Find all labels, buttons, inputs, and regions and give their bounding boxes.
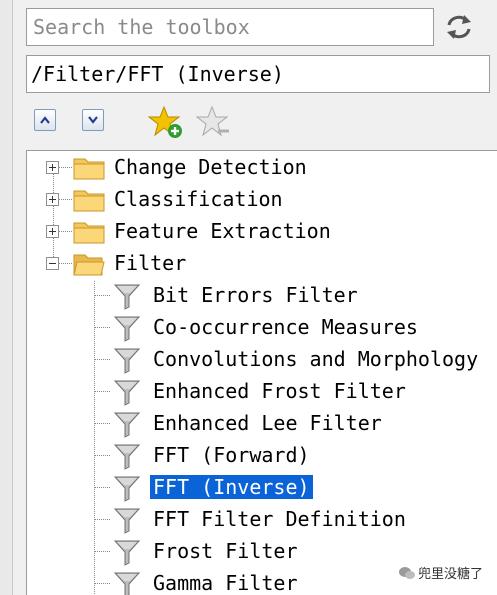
funnel-icon (113, 572, 141, 595)
tree-item-label: Enhanced Lee Filter (153, 411, 382, 435)
funnel-icon (113, 284, 141, 310)
plus-icon (49, 164, 56, 171)
wechat-icon (399, 567, 415, 579)
tree-item-enhanced-lee-filter[interactable]: Enhanced Lee Filter (27, 408, 497, 440)
collapse-toggle[interactable] (46, 257, 59, 270)
expand-toggle[interactable] (46, 225, 59, 238)
plus-icon (49, 196, 56, 203)
funnel-icon (113, 380, 141, 406)
tree-item-label: Frost Filter (153, 539, 298, 563)
tree-item-label: Filter (114, 251, 187, 275)
tree-item-fft-forward[interactable]: FFT (Forward) (27, 440, 497, 472)
minus-icon (49, 263, 56, 264)
move-down-button[interactable] (82, 109, 104, 131)
chevron-up-icon (40, 116, 50, 124)
funnel-icon (113, 412, 141, 438)
move-up-button[interactable] (34, 109, 56, 131)
expand-toggle[interactable] (46, 193, 59, 206)
funnel-icon (113, 476, 141, 502)
chevron-down-icon (88, 116, 98, 124)
toolbox-tree: Change Detection Classification Feature … (26, 150, 497, 595)
search-input[interactable] (26, 8, 434, 46)
tree-folder-feature-extraction[interactable]: Feature Extraction (27, 216, 497, 248)
tree-item-label: Co-occurrence Measures (153, 315, 418, 339)
tree-folder-change-detection[interactable]: Change Detection (27, 152, 497, 184)
tree-item-label: Classification (114, 187, 283, 211)
folder-icon (73, 158, 105, 180)
refresh-icon (447, 15, 471, 39)
plus-icon (49, 228, 56, 235)
tree-item-label-selected: FFT (Inverse) (150, 475, 313, 499)
funnel-icon (113, 316, 141, 342)
watermark-text: 兜里没糖了 (418, 567, 484, 582)
tree-folder-filter[interactable]: Filter (27, 248, 497, 280)
tree-item-fft-inverse[interactable]: FFT (Inverse) (27, 472, 497, 504)
tree-item-label: Enhanced Frost Filter (153, 379, 406, 403)
tree-item-label: Feature Extraction (114, 219, 331, 243)
left-panel-edge (0, 0, 13, 595)
tree-item-label: Gamma Filter (153, 571, 298, 595)
tree-item-label: Bit Errors Filter (153, 283, 358, 307)
open-folder-icon (73, 254, 105, 276)
tree-item-co-occurrence-measures[interactable]: Co-occurrence Measures (27, 312, 497, 344)
tree-item-bit-errors-filter[interactable]: Bit Errors Filter (27, 280, 497, 312)
funnel-icon (113, 508, 141, 534)
current-path-field[interactable]: /Filter/FFT (Inverse) (26, 55, 490, 93)
tree-item-fft-filter-definition[interactable]: FFT Filter Definition (27, 504, 497, 536)
add-favorite-button[interactable] (147, 104, 186, 144)
tree-item-enhanced-frost-filter[interactable]: Enhanced Frost Filter (27, 376, 497, 408)
tree-item-label: Convolutions and Morphology (153, 347, 479, 371)
funnel-icon (113, 348, 141, 374)
refresh-button[interactable] (442, 11, 476, 43)
folder-icon (73, 222, 105, 244)
tree-item-label: FFT (Forward) (153, 443, 310, 467)
star-add-icon (147, 105, 182, 138)
tree-item-convolutions-and-morphology[interactable]: Convolutions and Morphology (27, 344, 497, 376)
expand-toggle[interactable] (46, 161, 59, 174)
star-remove-icon (195, 105, 229, 137)
tree-item-label: Change Detection (114, 155, 307, 179)
folder-icon (73, 190, 105, 212)
funnel-icon (113, 444, 141, 470)
remove-favorite-button[interactable] (195, 104, 234, 144)
tree-item-label: FFT Filter Definition (153, 507, 406, 531)
tree-folder-classification[interactable]: Classification (27, 184, 497, 216)
funnel-icon (113, 540, 141, 566)
